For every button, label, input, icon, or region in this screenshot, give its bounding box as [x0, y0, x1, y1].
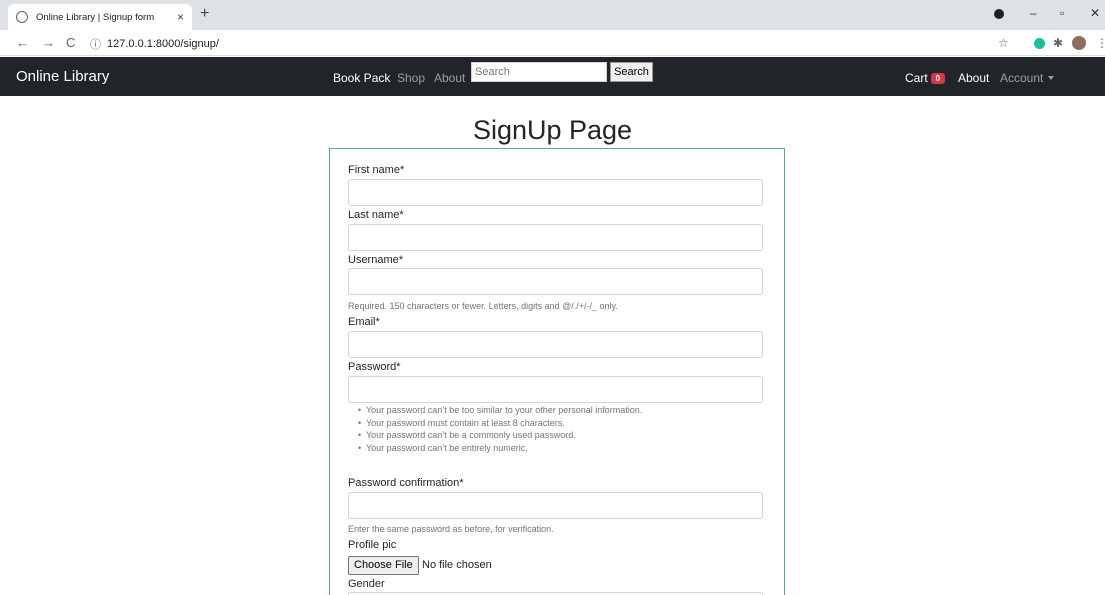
- bookmark-star-icon[interactable]: ☆: [998, 36, 1009, 50]
- tab-title: Online Library | Signup form: [36, 11, 155, 23]
- profile-pic-label: Profile pic: [348, 539, 397, 551]
- password-rule: Your password can’t be a commonly used p…: [358, 429, 642, 442]
- globe-icon: [16, 11, 28, 23]
- window-close-icon[interactable]: ✕: [1090, 6, 1100, 20]
- last-name-label: Last name*: [348, 209, 404, 221]
- caret-down-icon: [1048, 76, 1055, 80]
- password-confirmation-help-text: Enter the same password as before, for v…: [348, 524, 554, 534]
- password-rules-list: Your password can’t be too similar to yo…: [358, 404, 642, 454]
- email-field[interactable]: [348, 331, 763, 358]
- reload-icon[interactable]: C: [66, 35, 75, 50]
- maximize-icon[interactable]: ▫: [1060, 6, 1064, 20]
- cart-label: Cart: [905, 71, 928, 85]
- email-label: Email*: [348, 316, 380, 328]
- password-rule: Your password must contain at least 8 ch…: [358, 417, 642, 430]
- account-dropdown[interactable]: Account: [1000, 71, 1055, 85]
- file-status-text: No file chosen: [422, 559, 492, 571]
- back-icon[interactable]: ←: [16, 35, 29, 50]
- password-label: Password*: [348, 361, 401, 373]
- nav-link-book-pack[interactable]: Book Pack: [333, 71, 390, 85]
- first-name-field[interactable]: [348, 179, 763, 206]
- password-confirmation-field[interactable]: [348, 492, 763, 519]
- browser-tab[interactable]: Online Library | Signup form ×: [8, 4, 192, 30]
- username-help-text: Required. 150 characters or fewer. Lette…: [348, 301, 618, 311]
- password-field[interactable]: [348, 376, 763, 403]
- url-bar[interactable]: ⓘ 127.0.0.1:8000/signup/: [90, 34, 980, 53]
- profile-avatar[interactable]: [1072, 36, 1086, 50]
- username-field[interactable]: [348, 268, 763, 295]
- nav-link-about[interactable]: About: [434, 71, 465, 85]
- url-text[interactable]: 127.0.0.1:8000/signup/: [107, 38, 219, 50]
- site-navbar: Online Library Book Pack Shop About Sear…: [0, 57, 1105, 96]
- nav-link-about-right[interactable]: About: [958, 71, 989, 85]
- first-name-label: First name*: [348, 164, 405, 176]
- gender-label: Gender: [348, 578, 385, 590]
- brand-logo-text[interactable]: Online Library: [16, 68, 109, 85]
- password-rule: Your password can’t be too similar to yo…: [358, 404, 642, 417]
- extensions-puzzle-icon[interactable]: ✱: [1053, 36, 1063, 50]
- browser-tabstrip: Online Library | Signup form × + – ▫ ✕: [0, 0, 1105, 30]
- cart-link[interactable]: Cart 0: [905, 71, 946, 85]
- nav-link-shop[interactable]: Shop: [397, 71, 425, 85]
- username-label: Username*: [348, 254, 404, 266]
- grammarly-extension-icon[interactable]: [1034, 38, 1045, 49]
- account-label: Account: [1000, 71, 1044, 85]
- address-bar: ← → C ⓘ 127.0.0.1:8000/signup/ ☆ ✱ ⋮: [0, 30, 1105, 56]
- page-title: SignUp Page: [472, 115, 633, 145]
- password-rule: Your password can’t be entirely numeric.: [358, 442, 642, 455]
- new-tab-icon[interactable]: +: [200, 5, 209, 23]
- choose-file-button[interactable]: Choose File: [348, 556, 419, 575]
- minimize-icon[interactable]: –: [1030, 6, 1037, 20]
- tab-close-icon[interactable]: ×: [177, 10, 184, 24]
- password-confirmation-label: Password confirmation*: [348, 477, 464, 489]
- search-button[interactable]: Search: [610, 62, 653, 82]
- last-name-field[interactable]: [348, 224, 763, 251]
- forward-icon[interactable]: →: [42, 35, 55, 50]
- search-input[interactable]: [471, 62, 607, 82]
- site-info-icon[interactable]: ⓘ: [90, 36, 101, 52]
- record-icon[interactable]: [994, 9, 1004, 19]
- browser-menu-icon[interactable]: ⋮: [1096, 36, 1105, 50]
- cart-count-badge: 0: [930, 73, 946, 84]
